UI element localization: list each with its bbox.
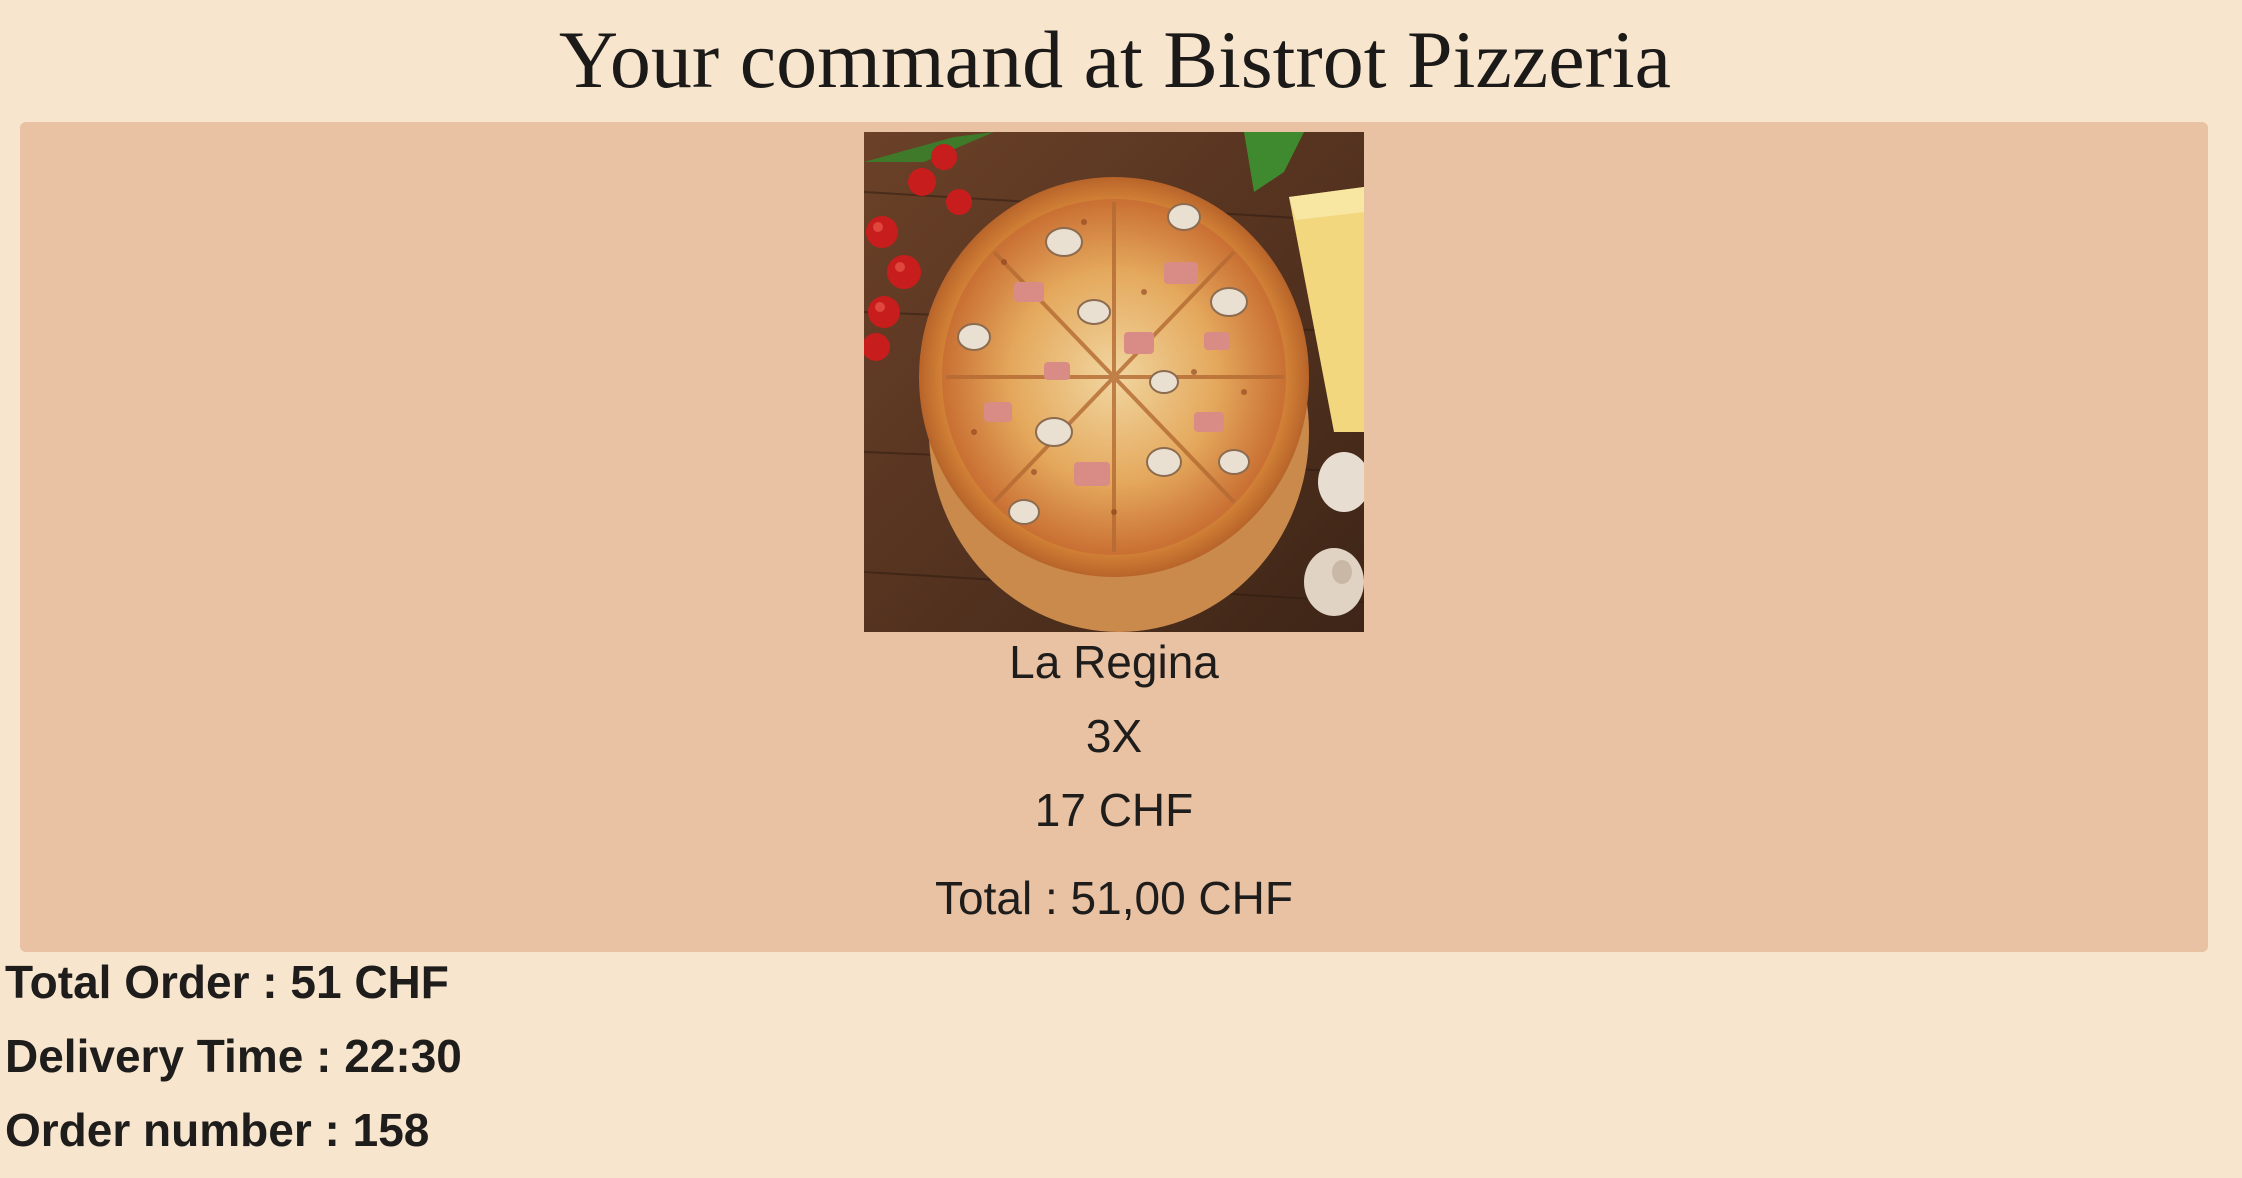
total-order: Total Order : 51 CHF	[5, 956, 449, 1008]
item-quantity: 3X	[1085, 710, 1143, 762]
page-title: Your command at Bistrot Pizzeria	[558, 14, 1672, 105]
item-unit-price: 17 CHF	[1034, 784, 1194, 836]
pizza-photo-illustration	[864, 132, 1364, 632]
pizza-image	[864, 132, 1364, 632]
item-name: La Regina	[1009, 636, 1219, 688]
delivery-time: Delivery Time : 22:30	[5, 1030, 462, 1082]
order-item-card: La Regina 3X 17 CHF Total : 51,00 CHF	[20, 122, 2208, 952]
order-number: Order number : 158	[5, 1104, 430, 1156]
item-line-total: Total : 51,00 CHF	[935, 872, 1293, 924]
